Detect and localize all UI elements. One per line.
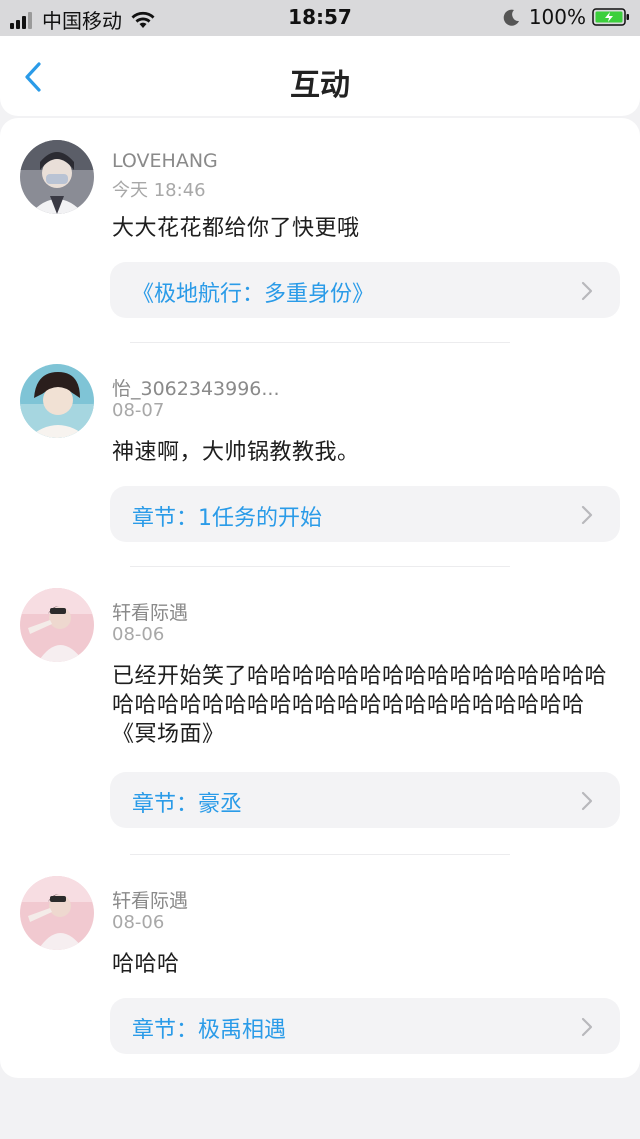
avatar[interactable] bbox=[20, 588, 94, 662]
avatar[interactable] bbox=[20, 140, 94, 214]
chevron-right-icon bbox=[581, 505, 593, 525]
chevron-right-icon bbox=[581, 791, 593, 811]
comment-time: 08-07 bbox=[112, 400, 165, 421]
status-bar: 中国移动 18:57 100% bbox=[0, 0, 640, 36]
chevron-right-icon bbox=[581, 281, 593, 301]
moon-icon bbox=[503, 9, 519, 26]
username[interactable]: 轩看际遇 bbox=[112, 886, 188, 913]
divider bbox=[130, 342, 510, 343]
comment-text: 神速啊，大帅锅教教我。 bbox=[112, 440, 360, 465]
comment-text: 哈哈哈 bbox=[112, 952, 180, 977]
comment-text: 大大花花都给你了快更哦 bbox=[112, 216, 360, 241]
comment-time: 08-06 bbox=[112, 912, 165, 933]
source-link[interactable]: 章节：极禹相遇 bbox=[110, 998, 620, 1054]
comment-time: 今天 18:46 bbox=[112, 180, 206, 201]
avatar[interactable] bbox=[20, 364, 94, 438]
comment-list: LOVEHANG 今天 18:46 大大花花都给你了快更哦 《极地航行：多重身份… bbox=[0, 118, 640, 1078]
nav-bar: 互动 bbox=[0, 36, 640, 116]
source-link[interactable]: 章节：豪丞 bbox=[110, 772, 620, 828]
comment-time: 08-06 bbox=[112, 624, 165, 645]
source-link-label: 章节：豪丞 bbox=[132, 792, 243, 817]
page-title: 互动 bbox=[290, 68, 350, 103]
source-link-label: 章节：极禹相遇 bbox=[132, 1018, 287, 1043]
chevron-right-icon bbox=[581, 1017, 593, 1037]
source-link-label: 《极地航行：多重身份》 bbox=[132, 282, 375, 307]
battery-percent: 100% bbox=[528, 5, 586, 29]
battery-icon bbox=[592, 8, 629, 26]
avatar[interactable] bbox=[20, 876, 94, 950]
divider bbox=[130, 854, 510, 855]
source-link[interactable]: 《极地航行：多重身份》 bbox=[110, 262, 620, 318]
divider bbox=[130, 566, 510, 567]
username[interactable]: LOVEHANG bbox=[112, 150, 218, 172]
comment-text: 已经开始笑了哈哈哈哈哈哈哈哈哈哈哈哈哈哈哈哈哈哈哈哈哈哈哈哈哈哈哈哈哈哈哈哈哈哈… bbox=[112, 664, 608, 747]
username[interactable]: 轩看际遇 bbox=[112, 598, 188, 625]
username[interactable]: 怡_3062343996... bbox=[112, 374, 280, 401]
source-link[interactable]: 章节：1任务的开始 bbox=[110, 486, 620, 542]
source-link-label: 章节：1任务的开始 bbox=[132, 506, 322, 531]
